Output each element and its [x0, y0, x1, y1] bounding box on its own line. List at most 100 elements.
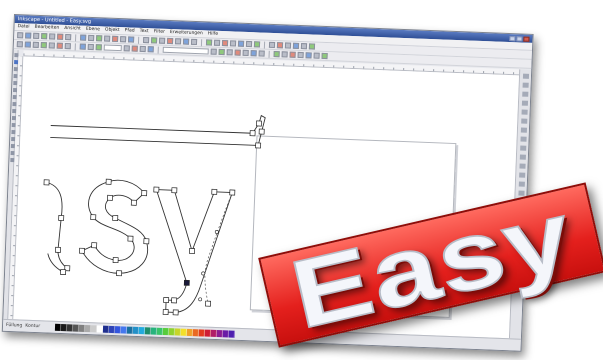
bezier-control-handle[interactable] [201, 271, 206, 276]
node-handle[interactable] [171, 297, 178, 304]
node-handle[interactable] [143, 238, 150, 245]
toolbar-tool-icon[interactable] [297, 51, 304, 59]
snap-control-icon[interactable] [519, 154, 526, 160]
snap-control-icon[interactable] [521, 118, 528, 124]
node-handle[interactable] [60, 269, 67, 276]
menu-item[interactable]: Pfad [125, 28, 135, 33]
menu-item[interactable]: Datei [17, 24, 29, 29]
toolbar-tool-icon[interactable] [56, 42, 63, 49]
close-icon[interactable] [523, 36, 530, 42]
snap-control-icon[interactable] [522, 82, 529, 88]
toolbar-tool-icon[interactable] [253, 41, 261, 48]
toolbar-tool-icon[interactable] [147, 46, 154, 53]
snap-control-icon[interactable] [519, 163, 526, 169]
node-handle[interactable] [258, 128, 265, 135]
toolbar-tool-icon[interactable] [104, 35, 111, 42]
toolbar-tool-icon[interactable] [80, 34, 87, 41]
node-handle[interactable] [229, 189, 236, 196]
fill-indicator[interactable]: Füllung [6, 323, 22, 329]
bezier-control-handle[interactable] [198, 297, 203, 302]
snap-control-icon[interactable] [521, 109, 528, 115]
stroke-indicator[interactable]: Kontur [25, 324, 40, 330]
toolbar-tool-icon[interactable] [284, 42, 292, 49]
node-handle[interactable] [112, 257, 119, 264]
maximize-icon[interactable] [516, 35, 523, 42]
snap-control-icon[interactable] [520, 136, 527, 142]
toolbar-tool-icon[interactable] [65, 33, 72, 41]
palette-swatch[interactable] [228, 330, 236, 338]
toolbar-tool-icon[interactable] [210, 48, 217, 55]
toolbar-tool-icon[interactable] [226, 49, 233, 56]
toolbar-tool-icon[interactable] [213, 39, 221, 46]
toolbar-tool-icon[interactable] [131, 45, 138, 52]
node-handle[interactable] [112, 215, 119, 221]
node-handle[interactable] [43, 179, 50, 186]
node-handle[interactable] [130, 199, 137, 206]
node-handle[interactable] [172, 309, 179, 316]
toolbar-tool-icon[interactable] [142, 36, 150, 44]
toolbar-tool-icon[interactable] [245, 40, 253, 48]
node-handle[interactable] [171, 187, 178, 194]
node-handle[interactable] [255, 142, 262, 149]
bezier-control-handle[interactable] [214, 230, 219, 234]
toolbar-tool-icon[interactable] [234, 49, 241, 56]
toolbar-tool-icon[interactable] [205, 39, 213, 46]
node-handle[interactable] [116, 270, 123, 277]
node-handle[interactable] [107, 194, 113, 201]
toolbar-tool-icon[interactable] [289, 51, 296, 58]
menu-item[interactable]: Ansicht [64, 26, 81, 32]
toolbar-tool-icon[interactable] [174, 38, 182, 45]
toolbar-tool-icon[interactable] [182, 38, 190, 45]
toolbar-tool-icon[interactable] [40, 42, 47, 49]
node-handle[interactable] [90, 214, 97, 221]
snap-control-icon[interactable] [520, 145, 527, 151]
toolbar-tool-icon[interactable] [190, 38, 198, 46]
toolbar-tool-icon[interactable] [25, 32, 32, 39]
toolbar-tool-icon[interactable] [250, 50, 257, 57]
node-handle[interactable] [189, 248, 195, 254]
snap-control-icon[interactable] [522, 73, 530, 79]
snap-control-icon[interactable] [519, 172, 526, 178]
snap-control-icon[interactable] [521, 100, 529, 106]
node-handle[interactable] [105, 178, 112, 185]
node-handle[interactable] [79, 247, 85, 254]
toolbar-tool-icon[interactable] [268, 41, 276, 49]
toolbar-tool-icon[interactable] [87, 43, 94, 51]
toolbar-tool-icon[interactable] [276, 42, 284, 49]
node-handle[interactable] [58, 215, 65, 221]
toolbar-tool-icon[interactable] [308, 43, 316, 50]
node-handle[interactable] [205, 300, 211, 307]
node-handle[interactable] [127, 235, 134, 242]
snap-control-icon[interactable] [522, 91, 529, 97]
node-handle[interactable] [153, 186, 160, 193]
toolbar-tool-icon[interactable] [218, 48, 225, 56]
toolbar-tool-icon[interactable] [48, 42, 55, 49]
toolbar-tool-icon[interactable] [273, 50, 280, 58]
toolbar-tool-icon[interactable] [150, 37, 158, 44]
node-handle[interactable] [91, 242, 98, 249]
node-handle[interactable] [211, 188, 218, 195]
toolbar-tool-icon[interactable] [281, 51, 288, 58]
menu-item[interactable]: Bearbeiten [34, 25, 59, 31]
toolbar-tool-icon[interactable] [64, 42, 71, 50]
toolbar-tool-icon[interactable] [237, 40, 245, 47]
toolbar-tool-icon[interactable] [139, 45, 146, 53]
toolbar-tool-icon[interactable] [313, 52, 320, 59]
toolbar-tool-icon[interactable] [158, 37, 166, 44]
toolbar-tool-icon[interactable] [127, 36, 135, 43]
toolbar-tool-icon[interactable] [221, 40, 229, 47]
toolbar-tool-icon[interactable] [119, 36, 127, 43]
menu-item[interactable]: Ebene [86, 27, 100, 33]
bar-path[interactable] [50, 108, 266, 146]
toolbar-tool-icon[interactable] [41, 33, 48, 40]
node-handle[interactable] [162, 309, 169, 315]
toolbar-tool-icon[interactable] [95, 44, 102, 51]
minimize-icon[interactable] [509, 35, 516, 41]
snap-control-icon[interactable] [520, 127, 528, 133]
toolbar-tool-icon[interactable] [242, 49, 249, 57]
toolbar-tool-icon[interactable] [166, 37, 174, 45]
menu-item[interactable]: Hilfe [208, 31, 218, 36]
toolbar-tool-icon[interactable] [112, 35, 119, 43]
menu-item[interactable]: Filter [154, 29, 165, 34]
menu-item[interactable]: Text [140, 29, 149, 34]
